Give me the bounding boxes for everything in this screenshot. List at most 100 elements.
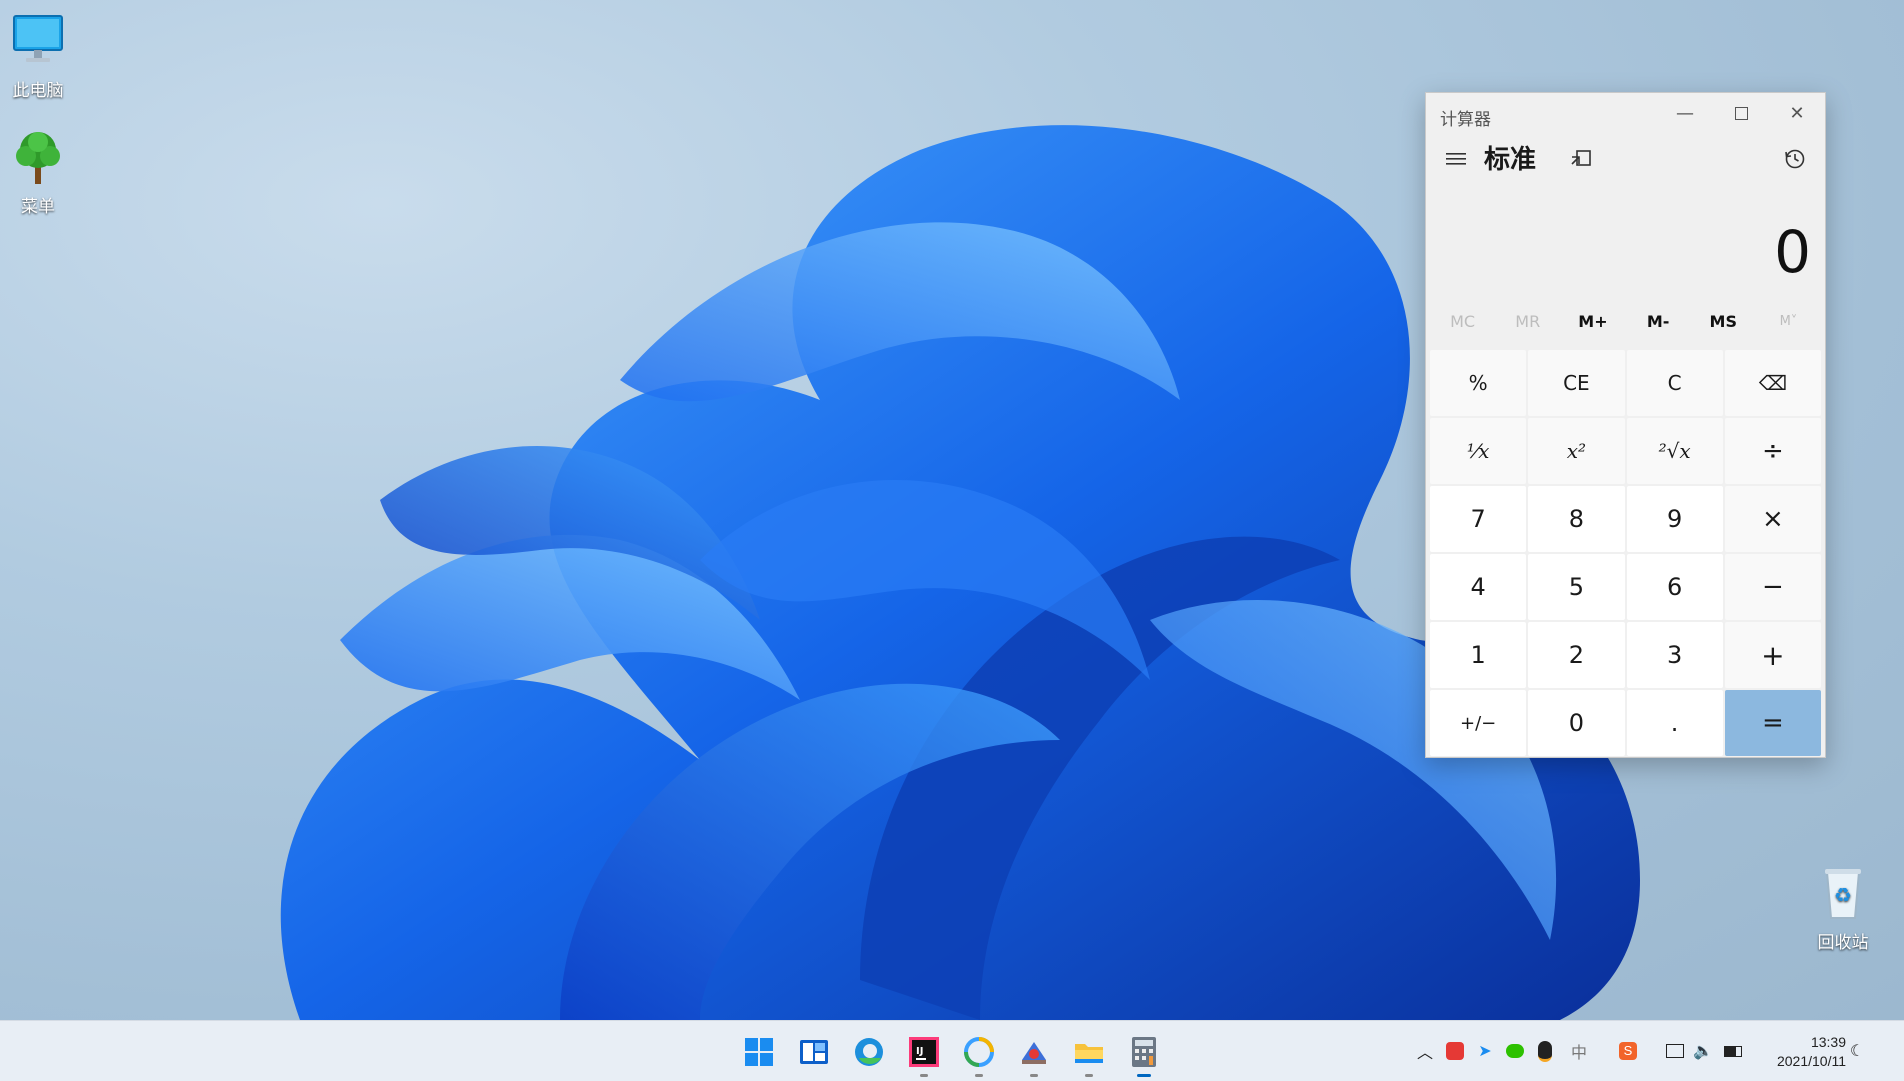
tray-battery[interactable] — [1721, 1039, 1745, 1063]
start-icon — [745, 1038, 773, 1066]
digit-3-button[interactable]: 3 — [1626, 622, 1723, 688]
calculator-icon — [1132, 1037, 1156, 1067]
calculator-titlebar[interactable]: 计算器 — ✕ — [1426, 93, 1825, 133]
tray-wechat[interactable] — [1503, 1039, 1527, 1063]
tray-input-method[interactable]: 中 — [1567, 1039, 1591, 1063]
percent-button[interactable]: % — [1430, 350, 1527, 416]
edge-icon — [855, 1038, 883, 1066]
backspace-button[interactable]: ⌫ — [1724, 350, 1821, 416]
tree-icon — [8, 128, 68, 188]
edge-button[interactable] — [848, 1031, 890, 1073]
close-button[interactable]: ✕ — [1769, 93, 1825, 133]
navigation-menu-button[interactable] — [1436, 141, 1476, 177]
battery-icon — [1724, 1045, 1742, 1057]
desktop-icon-menu[interactable]: 菜单 — [0, 128, 76, 217]
multiply-button[interactable]: × — [1724, 486, 1821, 552]
browser-icon — [964, 1037, 994, 1067]
browser-button[interactable] — [958, 1031, 1000, 1077]
calculator-window: 计算器 — ✕ 标准 0 MC MR M+ M- MS M˅ % CE C ⌫ … — [1425, 92, 1826, 758]
digit-1-button[interactable]: 1 — [1430, 622, 1527, 688]
tray-app-send[interactable]: ➤ — [1473, 1039, 1497, 1063]
chevron-up-icon: ︿ — [1416, 1045, 1433, 1062]
wechat-icon — [1506, 1044, 1524, 1058]
clear-button[interactable]: C — [1626, 350, 1723, 416]
tray-sogou[interactable]: S — [1616, 1039, 1640, 1063]
sogou-icon: S — [1619, 1042, 1637, 1060]
pinball-button[interactable] — [1013, 1031, 1055, 1077]
memory-add-button[interactable]: M+ — [1560, 300, 1625, 342]
equals-button[interactable]: = — [1724, 690, 1821, 756]
minimize-icon: — — [1676, 102, 1694, 124]
memory-store-button[interactable]: MS — [1691, 300, 1756, 342]
memory-list-button[interactable]: M˅ — [1756, 300, 1821, 342]
calculator-taskbar-button[interactable] — [1123, 1031, 1165, 1077]
clear-entry-button[interactable]: CE — [1528, 350, 1625, 416]
reciprocal-button[interactable]: ⅟x — [1430, 418, 1527, 484]
maximize-button[interactable] — [1713, 93, 1769, 133]
tray-qq[interactable] — [1533, 1039, 1557, 1063]
file-explorer-icon — [1075, 1044, 1103, 1063]
desktop: 此电脑 菜单 ♻ 回收站 计算器 — ✕ 标准 0 MC MR M+ M- MS… — [0, 0, 1904, 1020]
tray-overflow-button[interactable]: ︿ — [1413, 1039, 1437, 1063]
clock-date: 2021/10/11 — [1776, 1053, 1846, 1069]
digit-9-button[interactable]: 9 — [1626, 486, 1723, 552]
desktop-icon-label: 回收站 — [1817, 933, 1869, 952]
pinball-icon — [1022, 1042, 1046, 1064]
result-display: 0 — [1426, 183, 1825, 300]
keep-on-top-button[interactable] — [1561, 141, 1601, 177]
close-icon: ✕ — [1789, 102, 1805, 124]
intellij-icon: IJ — [909, 1037, 939, 1067]
add-button[interactable]: + — [1724, 622, 1821, 688]
desktop-icon-recycle-bin[interactable]: ♻ 回收站 — [1805, 864, 1881, 953]
qq-penguin-icon — [1538, 1040, 1552, 1062]
tray-volume[interactable]: 🔈 — [1691, 1039, 1715, 1063]
app-red-icon — [1446, 1042, 1464, 1060]
tray-app-red[interactable] — [1443, 1039, 1467, 1063]
negate-button[interactable]: +/− — [1430, 690, 1527, 756]
digit-7-button[interactable]: 7 — [1430, 486, 1527, 552]
digit-0-button[interactable]: 0 — [1528, 690, 1625, 756]
moon-icon: ☾ — [1849, 1043, 1865, 1060]
widgets-icon — [800, 1040, 828, 1064]
digit-6-button[interactable]: 6 — [1626, 554, 1723, 620]
digit-5-button[interactable]: 5 — [1528, 554, 1625, 620]
digit-8-button[interactable]: 8 — [1528, 486, 1625, 552]
maximize-icon — [1734, 106, 1748, 120]
history-button[interactable] — [1775, 141, 1815, 177]
memory-clear-button[interactable]: MC — [1430, 300, 1495, 342]
history-icon — [1785, 149, 1805, 169]
intellij-button[interactable]: IJ — [903, 1031, 945, 1077]
window-title: 计算器 — [1440, 110, 1491, 130]
digit-2-button[interactable]: 2 — [1528, 622, 1625, 688]
decimal-button[interactable]: . — [1626, 690, 1723, 756]
desktop-icon-label: 此电脑 — [12, 81, 64, 100]
system-clock[interactable]: 13:39 2021/10/11 — [1777, 1033, 1846, 1071]
running-indicator — [920, 1074, 928, 1077]
desktop-icon-this-pc[interactable]: 此电脑 — [0, 12, 76, 101]
notification-button[interactable]: ☾ — [1845, 1039, 1869, 1063]
svg-text:♻: ♻ — [1834, 885, 1852, 907]
backspace-icon: ⌫ — [1758, 371, 1788, 395]
running-indicator — [1030, 1074, 1038, 1077]
start-button[interactable] — [738, 1031, 780, 1073]
tray-network[interactable] — [1663, 1039, 1687, 1063]
square-root-button[interactable]: ²√x — [1626, 418, 1723, 484]
paper-plane-icon: ➤ — [1478, 1043, 1492, 1060]
divide-button[interactable]: ÷ — [1724, 418, 1821, 484]
widgets-button[interactable] — [793, 1031, 835, 1073]
result-value: 0 — [1774, 218, 1811, 286]
file-explorer-button[interactable] — [1068, 1031, 1110, 1077]
running-indicator — [975, 1074, 983, 1077]
square-button[interactable]: x² — [1528, 418, 1625, 484]
desktop-icon-label: 菜单 — [21, 197, 55, 216]
memory-recall-button[interactable]: MR — [1495, 300, 1560, 342]
monitor-icon — [8, 12, 68, 72]
calculator-header: 标准 — [1426, 133, 1825, 183]
memory-subtract-button[interactable]: M- — [1626, 300, 1691, 342]
minimize-button[interactable]: — — [1657, 93, 1713, 133]
taskbar: IJ ︿ ➤ 中 S 🔈 13:39 2021/10/11 ☾ — [0, 1020, 1904, 1081]
subtract-button[interactable]: − — [1724, 554, 1821, 620]
digit-4-button[interactable]: 4 — [1430, 554, 1527, 620]
keep-on-top-icon — [1571, 150, 1591, 166]
clock-time: 13:39 — [1810, 1034, 1846, 1050]
